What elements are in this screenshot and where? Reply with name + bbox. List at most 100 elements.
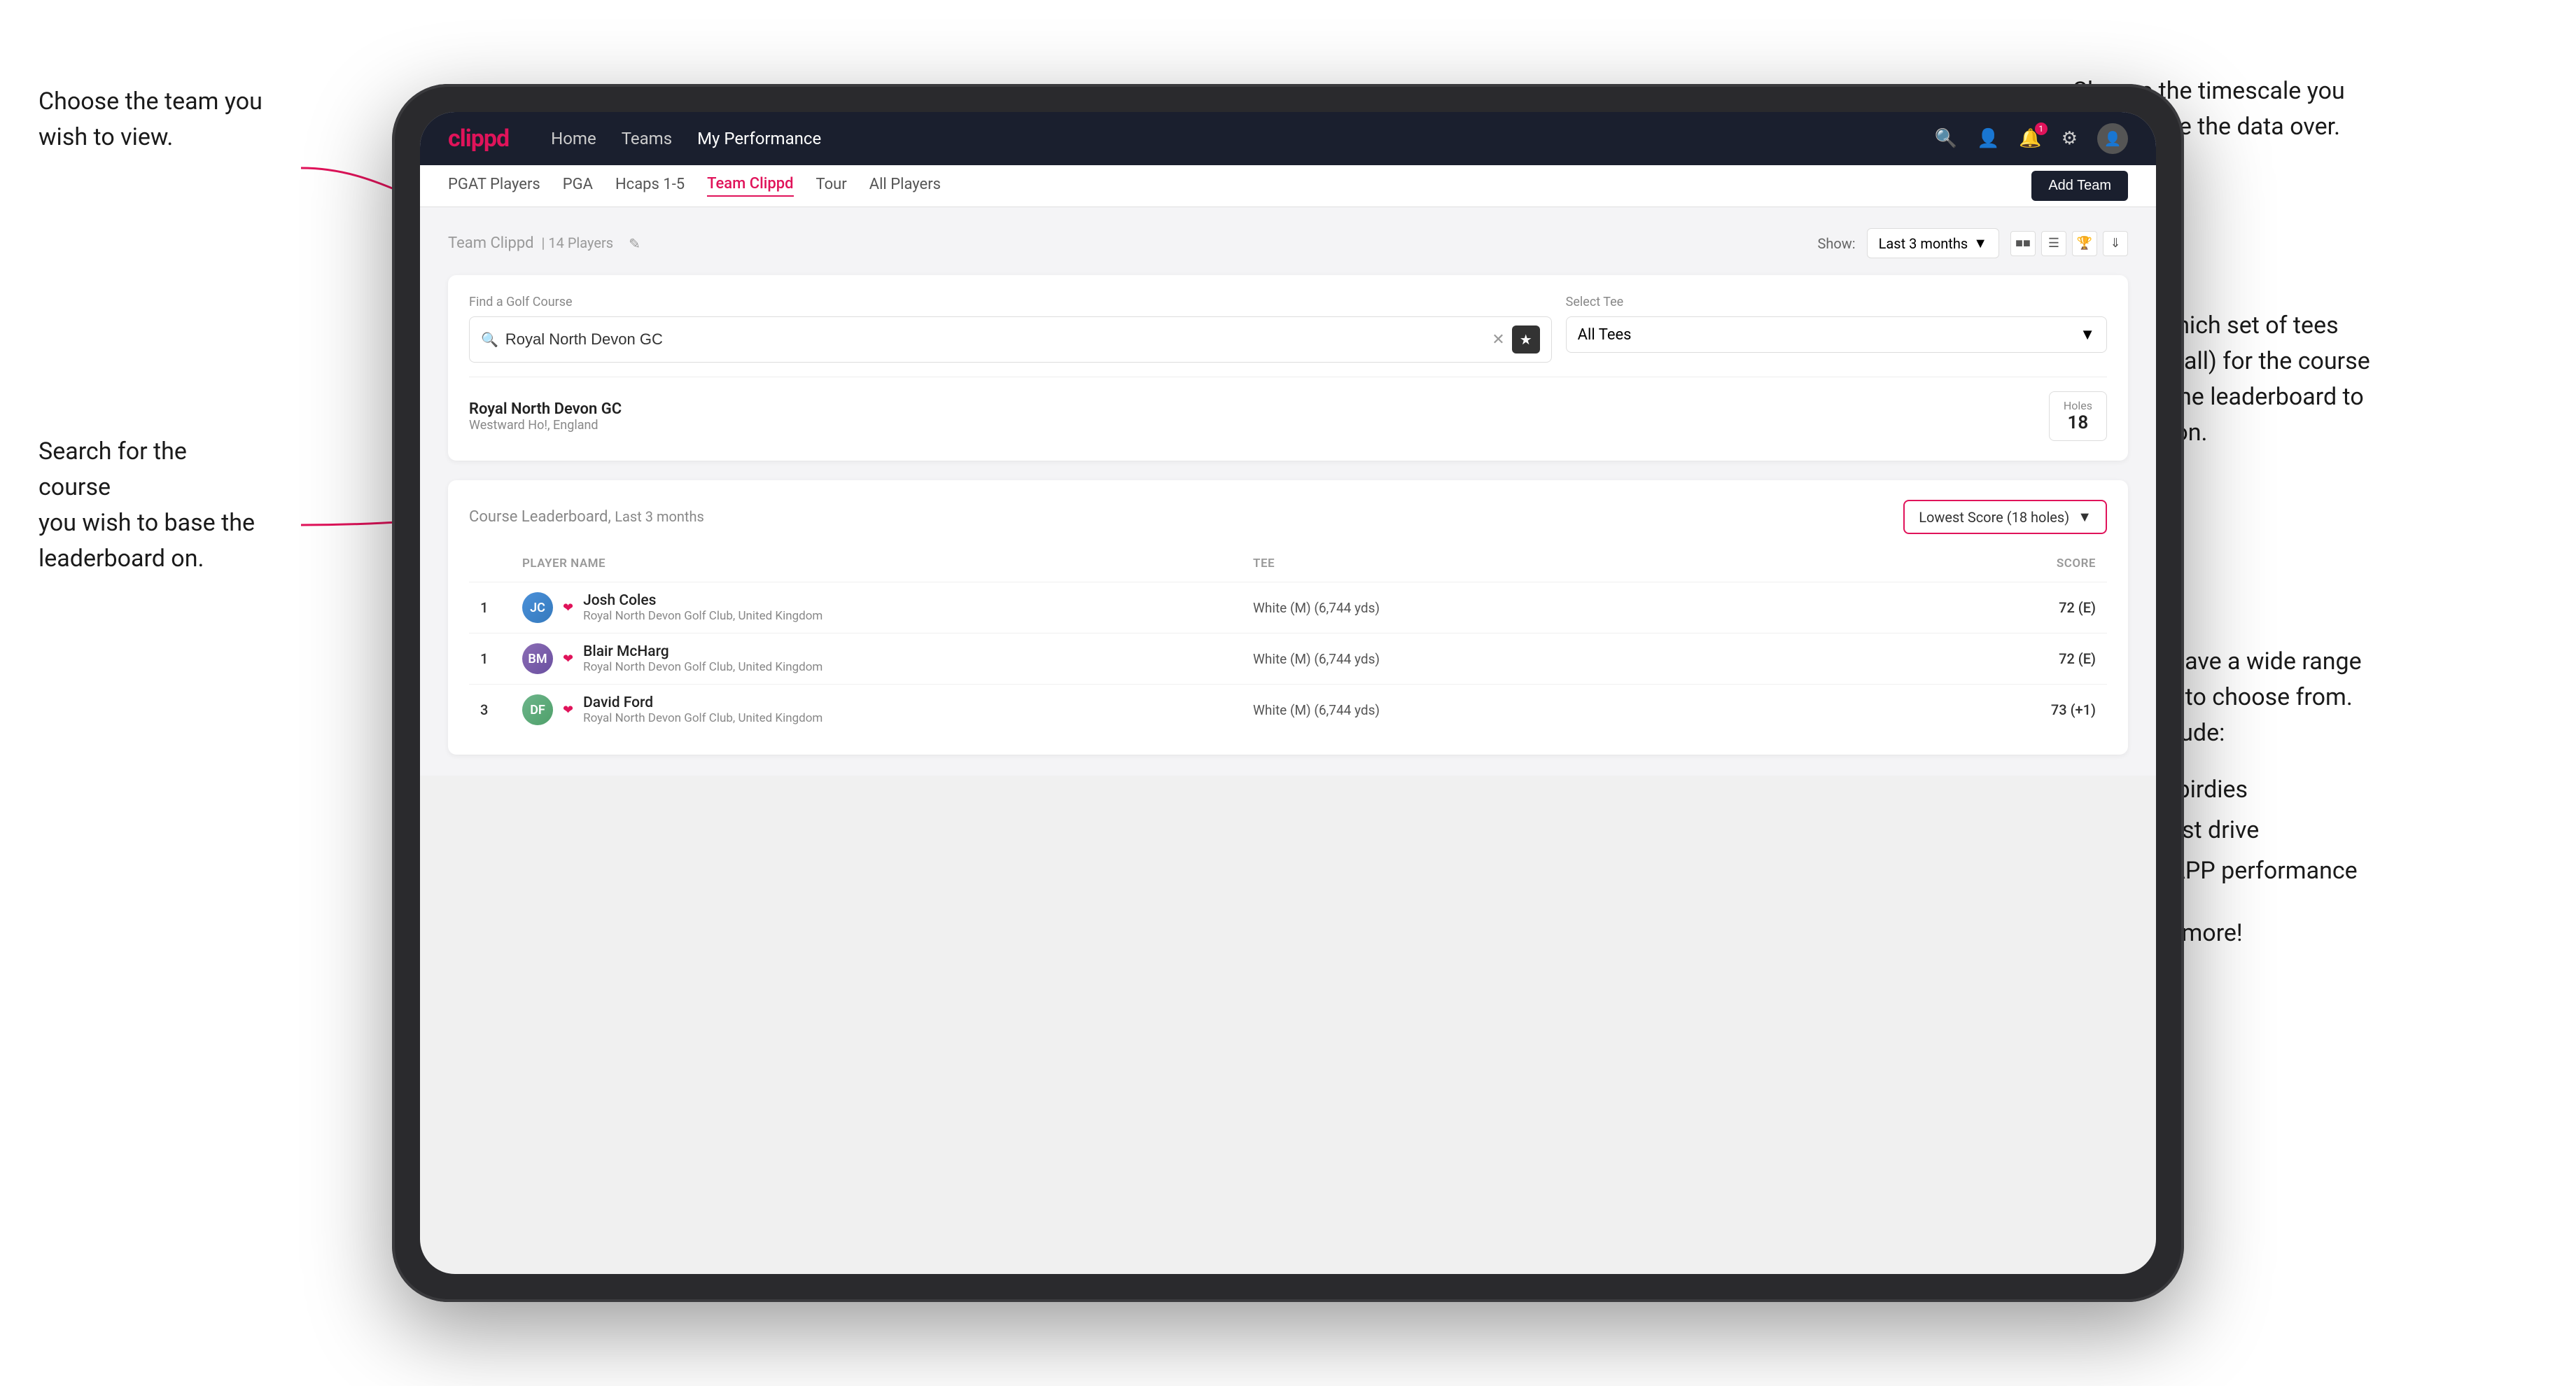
player-rank-1: 1 bbox=[480, 599, 522, 616]
settings-icon[interactable]: ⚙ bbox=[2062, 128, 2078, 149]
team-title: Team Clippd | 14 Players bbox=[448, 234, 613, 252]
col-header-score: SCORE bbox=[1984, 556, 2096, 570]
search-icon-small: 🔍 bbox=[481, 331, 498, 348]
team-player-count: | 14 Players bbox=[542, 234, 614, 251]
user-avatar[interactable]: 👤 bbox=[2097, 123, 2128, 154]
tablet-shell: clippd Home Teams My Performance 🔍 👤 🔔 1… bbox=[392, 84, 2184, 1302]
player-tee-2: White (M) (6,744 yds) bbox=[1253, 651, 1984, 667]
holes-badge: Holes 18 bbox=[2049, 391, 2107, 441]
player-score-3: 73 (+1) bbox=[1984, 701, 2096, 718]
holes-value: 18 bbox=[2064, 412, 2092, 433]
course-result-location: Westward Ho!, England bbox=[469, 418, 622, 433]
favorite-btn[interactable]: ★ bbox=[1512, 326, 1540, 354]
holes-label: Holes bbox=[2064, 399, 2092, 412]
subnav-all-players[interactable]: All Players bbox=[869, 176, 941, 196]
player-rank-2: 1 bbox=[480, 650, 522, 667]
player-club-3: Royal North Devon Golf Club, United King… bbox=[583, 711, 822, 725]
navbar: clippd Home Teams My Performance 🔍 👤 🔔 1… bbox=[420, 112, 2156, 165]
clear-search-btn[interactable]: ✕ bbox=[1492, 330, 1504, 349]
chevron-down-icon: ▼ bbox=[1973, 234, 1987, 252]
table-row: 1 BM ❤ Blair McHarg Royal North Devon Go… bbox=[469, 633, 2107, 684]
show-label: Show: bbox=[1817, 235, 1855, 252]
col-header-player: PLAYER NAME bbox=[522, 556, 1253, 570]
favorite-heart-2[interactable]: ❤ bbox=[563, 652, 573, 666]
player-details-3: David Ford Royal North Devon Golf Club, … bbox=[583, 694, 822, 725]
trophy-view-btn[interactable]: 🏆 bbox=[2072, 231, 2097, 256]
player-tee-3: White (M) (6,744 yds) bbox=[1253, 702, 1984, 718]
tee-value: All Tees bbox=[1578, 326, 1632, 344]
select-tee-label: Select Tee bbox=[1566, 295, 2107, 309]
favorite-heart-1[interactable]: ❤ bbox=[563, 601, 573, 615]
add-team-button[interactable]: Add Team bbox=[2031, 171, 2128, 201]
chevron-down-icon-tee: ▼ bbox=[2080, 326, 2095, 344]
player-name-1: Josh Coles bbox=[583, 592, 822, 609]
subnav-pgat-players[interactable]: PGAT Players bbox=[448, 176, 540, 196]
subnav: PGAT Players PGA Hcaps 1-5 Team Clippd T… bbox=[420, 165, 2156, 207]
table-row: 1 JC ❤ Josh Coles Royal North Devon Golf… bbox=[469, 582, 2107, 633]
player-score-1: 72 (E) bbox=[1984, 599, 2096, 616]
course-result-name: Royal North Devon GC bbox=[469, 400, 622, 418]
bell-icon[interactable]: 🔔 1 bbox=[2019, 128, 2041, 149]
player-name-2: Blair McHarg bbox=[583, 643, 822, 660]
grid-view-btn[interactable]: ■■ bbox=[2010, 231, 2036, 256]
nav-teams[interactable]: Teams bbox=[622, 129, 672, 148]
view-icons: ■■ ☰ 🏆 ⇓ bbox=[2010, 231, 2128, 256]
course-result-info: Royal North Devon GC Westward Ho!, Engla… bbox=[469, 400, 622, 433]
course-search-input[interactable] bbox=[505, 330, 1485, 349]
users-icon[interactable]: 👤 bbox=[1977, 128, 1999, 149]
player-club-2: Royal North Devon Golf Club, United King… bbox=[583, 660, 822, 674]
score-type-dropdown[interactable]: Lowest Score (18 holes) ▼ bbox=[1903, 500, 2107, 534]
player-info-2: BM ❤ Blair McHarg Royal North Devon Golf… bbox=[522, 643, 1253, 674]
annotation-top-left: Choose the team you wish to view. bbox=[38, 84, 262, 155]
navbar-links: Home Teams My Performance bbox=[551, 129, 1906, 148]
player-info-1: JC ❤ Josh Coles Royal North Devon Golf C… bbox=[522, 592, 1253, 623]
navbar-logo: clippd bbox=[448, 125, 509, 153]
player-avatar-1: JC bbox=[522, 592, 553, 623]
nav-home[interactable]: Home bbox=[551, 129, 596, 148]
player-name-3: David Ford bbox=[583, 694, 822, 711]
score-type-value: Lowest Score (18 holes) bbox=[1919, 509, 2069, 526]
leaderboard-table: PLAYER NAME TEE SCORE 1 JC ❤ Josh Coles … bbox=[469, 551, 2107, 735]
team-title-section: Team Clippd | 14 Players ✎ bbox=[448, 234, 640, 252]
navbar-icons: 🔍 👤 🔔 1 ⚙ 👤 bbox=[1935, 123, 2128, 154]
find-course-label: Find a Golf Course bbox=[469, 295, 1552, 309]
course-result: Royal North Devon GC Westward Ho!, Engla… bbox=[469, 377, 2107, 441]
subnav-pga[interactable]: PGA bbox=[563, 176, 593, 196]
search-row: Find a Golf Course 🔍 ✕ ★ Select Tee All … bbox=[469, 295, 2107, 363]
player-tee-1: White (M) (6,744 yds) bbox=[1253, 600, 1984, 616]
col-header-blank bbox=[480, 556, 522, 570]
leaderboard-title: Course Leaderboard, Last 3 months bbox=[469, 508, 704, 526]
tee-select-dropdown[interactable]: All Tees ▼ bbox=[1566, 316, 2107, 353]
subnav-tour[interactable]: Tour bbox=[816, 176, 847, 196]
show-control: Show: Last 3 months ▼ ■■ ☰ 🏆 ⇓ bbox=[1817, 228, 2128, 258]
edit-team-icon[interactable]: ✎ bbox=[629, 235, 640, 252]
export-btn[interactable]: ⇓ bbox=[2103, 231, 2128, 256]
player-details-2: Blair McHarg Royal North Devon Golf Club… bbox=[583, 643, 822, 674]
course-search-wrapper: 🔍 ✕ ★ bbox=[469, 316, 1552, 363]
nav-my-performance[interactable]: My Performance bbox=[697, 129, 821, 148]
main-content: Team Clippd | 14 Players ✎ Show: Last 3 … bbox=[420, 207, 2156, 776]
tee-col: Select Tee All Tees ▼ bbox=[1566, 295, 2107, 353]
search-icon[interactable]: 🔍 bbox=[1935, 128, 1957, 149]
list-view-btn[interactable]: ☰ bbox=[2041, 231, 2066, 256]
player-avatar-3: DF bbox=[522, 694, 553, 725]
table-row: 3 DF ❤ David Ford Royal North Devon Golf… bbox=[469, 684, 2107, 735]
notification-badge: 1 bbox=[2035, 122, 2047, 135]
player-details-1: Josh Coles Royal North Devon Golf Club, … bbox=[583, 592, 822, 623]
timeframe-dropdown[interactable]: Last 3 months ▼ bbox=[1867, 228, 1999, 258]
team-header-bar: Team Clippd | 14 Players ✎ Show: Last 3 … bbox=[448, 228, 2128, 258]
player-club-1: Royal North Devon Golf Club, United King… bbox=[583, 609, 822, 623]
favorite-heart-3[interactable]: ❤ bbox=[563, 703, 573, 718]
subnav-team-clippd[interactable]: Team Clippd bbox=[707, 175, 793, 197]
player-info-3: DF ❤ David Ford Royal North Devon Golf C… bbox=[522, 694, 1253, 725]
leaderboard-header: Course Leaderboard, Last 3 months Lowest… bbox=[469, 500, 2107, 534]
player-rank-3: 3 bbox=[480, 701, 522, 718]
annotation-mid-left: Search for the courseyou wish to base th… bbox=[38, 434, 262, 577]
leaderboard-section: Course Leaderboard, Last 3 months Lowest… bbox=[448, 480, 2128, 755]
col-header-tee: TEE bbox=[1253, 556, 1984, 570]
player-avatar-2: BM bbox=[522, 643, 553, 674]
subnav-hcaps[interactable]: Hcaps 1-5 bbox=[615, 176, 685, 196]
search-col: Find a Golf Course 🔍 ✕ ★ bbox=[469, 295, 1552, 363]
tablet-screen: clippd Home Teams My Performance 🔍 👤 🔔 1… bbox=[420, 112, 2156, 1274]
course-search-section: Find a Golf Course 🔍 ✕ ★ Select Tee All … bbox=[448, 275, 2128, 461]
